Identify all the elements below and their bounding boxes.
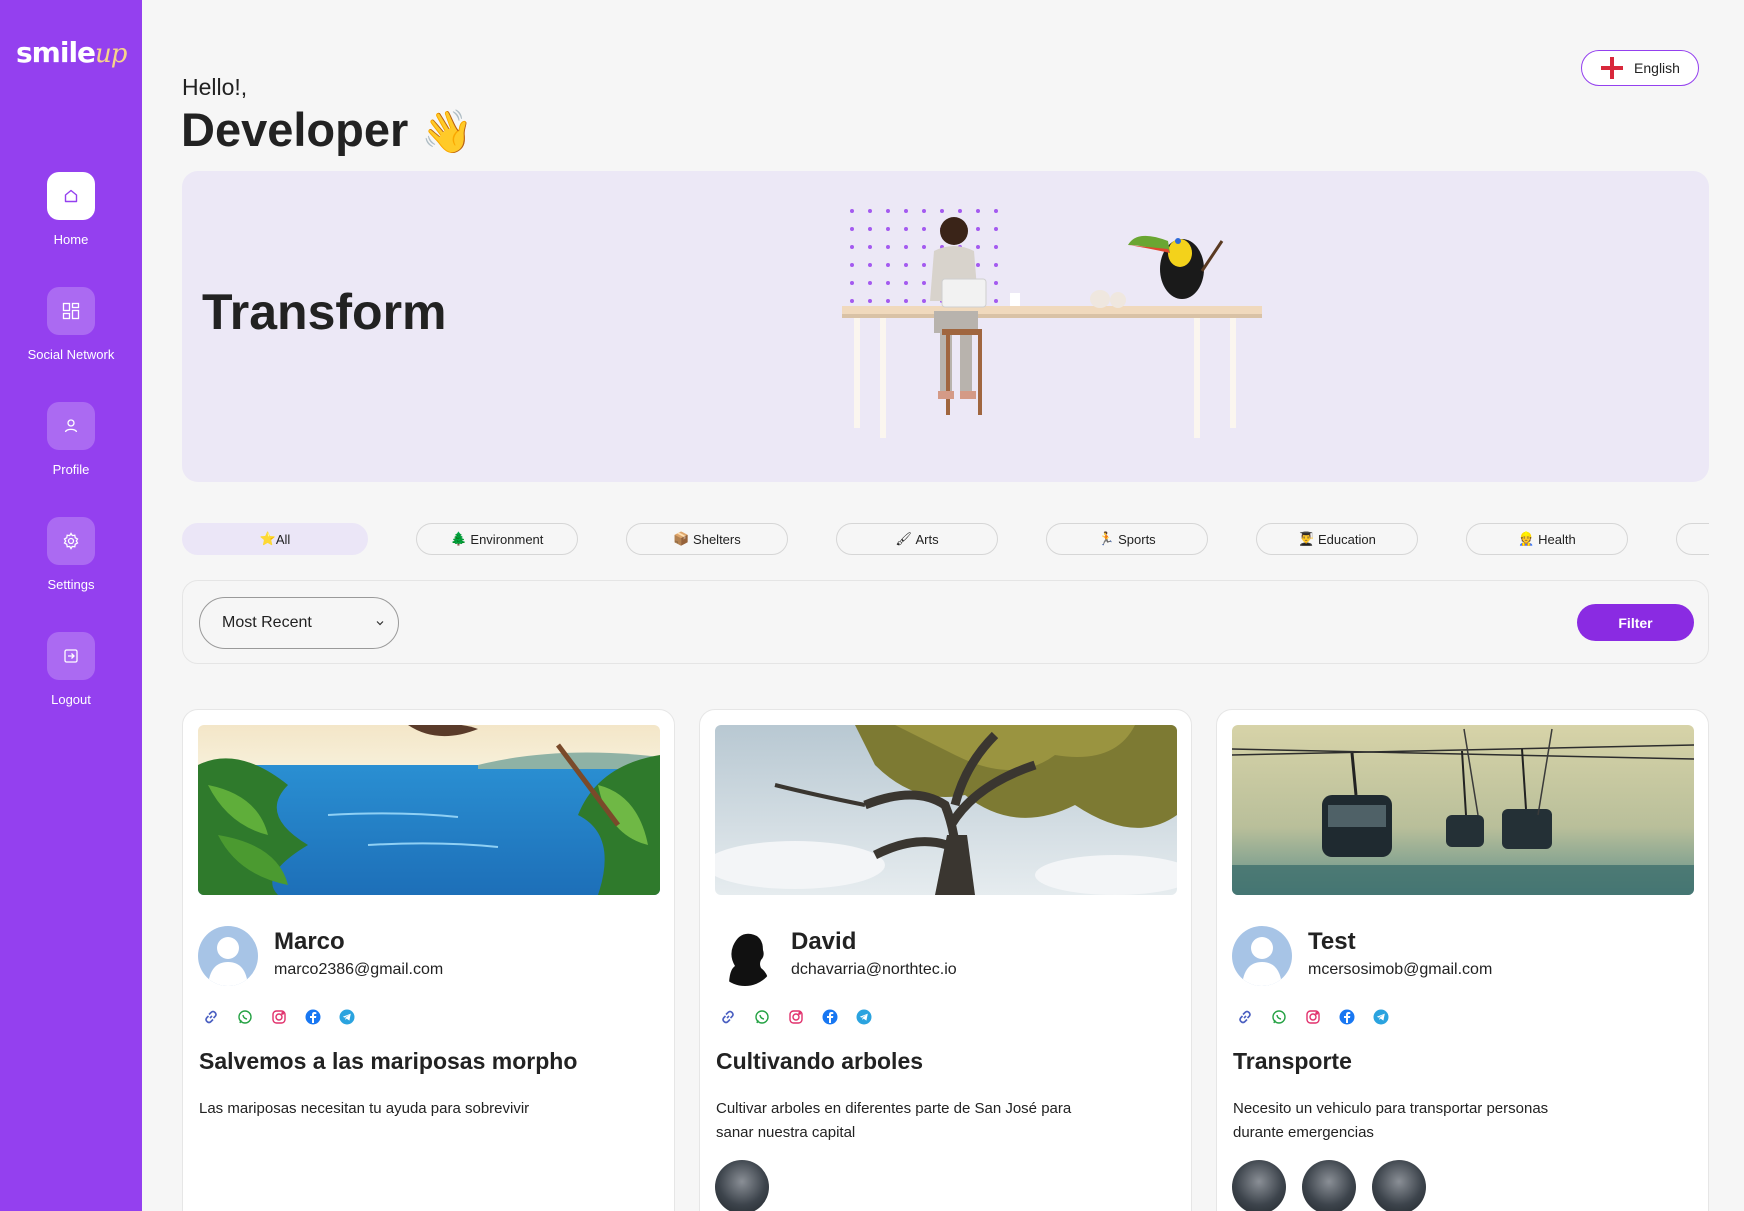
grid-icon — [47, 287, 95, 335]
post-image — [715, 725, 1177, 895]
author-name: David — [791, 928, 857, 955]
author-email: marco2386@gmail.com — [274, 961, 444, 978]
facebook-icon[interactable] — [305, 1009, 321, 1025]
post-description: Necesito un vehiculo para transportar pe… — [1233, 1100, 1549, 1141]
participants — [1232, 1160, 1426, 1211]
hero-banner: Transform — [182, 171, 1709, 482]
facebook-icon[interactable] — [822, 1009, 838, 1025]
telegram-icon[interactable] — [856, 1009, 872, 1025]
tree-icon: 🌲 — [450, 531, 467, 546]
sidebar-item-home[interactable]: Home — [0, 172, 142, 247]
social-links — [720, 1009, 872, 1025]
sort-select-value: Most Recent — [222, 614, 312, 631]
category-chip-environment[interactable]: 🌲 Environment — [416, 523, 578, 555]
logout-icon — [47, 632, 95, 680]
participants — [715, 1160, 769, 1211]
category-chip-education[interactable]: 👨‍🎓 Education — [1256, 523, 1418, 555]
chevron-down-icon — [374, 616, 386, 634]
avatar — [198, 926, 258, 986]
app-logo[interactable]: smileup — [16, 36, 127, 69]
author-email: dchavarria@northtec.io — [791, 961, 957, 978]
category-chip-shelters[interactable]: 📦 Shelters — [626, 523, 788, 555]
participant-avatar[interactable] — [715, 1160, 769, 1211]
post-title: Cultivando arboles — [716, 1048, 924, 1074]
language-selector[interactable]: English — [1581, 50, 1699, 86]
post-card[interactable]: David dchavarria@northtec.io Cultivando … — [699, 709, 1192, 1211]
sidebar-item-logout[interactable]: Logout — [0, 632, 142, 707]
link-icon[interactable] — [203, 1009, 219, 1025]
category-chip-sports[interactable]: 🏃 Sports — [1046, 523, 1208, 555]
post-description: Las mariposas necesitan tu ayuda para so… — [199, 1100, 530, 1117]
filter-button[interactable]: Filter — [1577, 604, 1694, 641]
runner-icon: 🏃 — [1098, 531, 1115, 546]
brush-icon: 🖌 — [895, 531, 912, 546]
instagram-icon[interactable] — [1305, 1009, 1321, 1025]
avatar — [1232, 926, 1292, 986]
whatsapp-icon[interactable] — [1271, 1009, 1287, 1025]
whatsapp-icon[interactable] — [237, 1009, 253, 1025]
sidebar-item-label: Profile — [52, 462, 90, 477]
category-chips: ⭐ All 🌲 Environment 📦 Shelters 🖌 Arts 🏃 S… — [182, 523, 1709, 555]
category-chip-all[interactable]: ⭐ All — [182, 523, 368, 555]
sidebar-item-label: Logout — [51, 692, 91, 707]
wave-emoji-icon: 👋 — [421, 108, 474, 155]
whatsapp-icon[interactable] — [754, 1009, 770, 1025]
telegram-icon[interactable] — [1373, 1009, 1389, 1025]
sidebar-item-label: Home — [53, 232, 89, 247]
social-links — [203, 1009, 355, 1025]
post-title: Salvemos a las mariposas morpho — [199, 1048, 578, 1074]
link-icon[interactable] — [720, 1009, 736, 1025]
facebook-icon[interactable] — [1339, 1009, 1355, 1025]
instagram-icon[interactable] — [788, 1009, 804, 1025]
health-worker-icon: 👷 — [1518, 531, 1535, 546]
post-title: Transporte — [1233, 1048, 1352, 1074]
sidebar-item-label: Social Network — [27, 347, 115, 362]
author-name: Marco — [274, 928, 345, 955]
telegram-icon[interactable] — [339, 1009, 355, 1025]
banner-title: Transform — [202, 284, 447, 340]
sidebar-item-social-network[interactable]: Social Network — [0, 287, 142, 362]
participant-avatar[interactable] — [1372, 1160, 1426, 1211]
post-image — [198, 725, 660, 895]
author-email: mcersosimob@gmail.com — [1308, 961, 1493, 978]
sidebar-item-label: Settings — [47, 577, 95, 592]
star-icon: ⭐ — [259, 531, 276, 546]
gear-icon — [47, 517, 95, 565]
sidebar-item-profile[interactable]: Profile — [0, 402, 142, 477]
user-icon — [47, 402, 95, 450]
sidebar: smileup Home Social Network Profile Sett… — [0, 0, 142, 1211]
filter-bar: Most Recent Filter — [182, 580, 1709, 664]
greeting: Hello!, — [182, 74, 248, 100]
banner-illustration — [842, 209, 1262, 438]
link-icon[interactable] — [1237, 1009, 1253, 1025]
sort-select[interactable]: Most Recent — [199, 597, 399, 649]
post-card[interactable]: Marco marco2386@gmail.com Salvemos a las… — [182, 709, 675, 1211]
instagram-icon[interactable] — [271, 1009, 287, 1025]
sidebar-item-settings[interactable]: Settings — [0, 517, 142, 592]
author-name: Test — [1308, 928, 1356, 955]
category-chip-more[interactable] — [1676, 523, 1709, 555]
box-icon: 📦 — [673, 531, 690, 546]
post-image — [1232, 725, 1694, 895]
participant-avatar[interactable] — [1232, 1160, 1286, 1211]
category-chip-health[interactable]: 👷 Health — [1466, 523, 1628, 555]
home-icon — [47, 172, 95, 220]
avatar — [715, 926, 775, 986]
language-label: English — [1634, 60, 1680, 76]
post-card[interactable]: Test mcersosimob@gmail.com Transporte Ne… — [1216, 709, 1709, 1211]
user-name: Developer — [181, 103, 409, 156]
page-title: Developer 👋 — [181, 102, 474, 157]
social-links — [1237, 1009, 1389, 1025]
participant-avatar[interactable] — [1302, 1160, 1356, 1211]
category-chip-arts[interactable]: 🖌 Arts — [836, 523, 998, 555]
post-description: Cultivar arboles en diferentes parte de … — [716, 1100, 1072, 1141]
england-flag-icon — [1600, 56, 1624, 80]
student-icon: 👨‍🎓 — [1298, 531, 1315, 546]
